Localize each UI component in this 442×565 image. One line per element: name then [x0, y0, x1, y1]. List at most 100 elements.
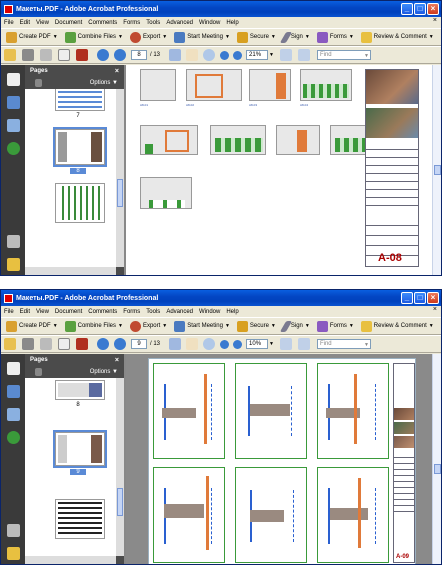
comments-icon[interactable]	[6, 258, 20, 271]
attachments-icon[interactable]	[6, 524, 20, 537]
zoom-level-input[interactable]: 21%	[246, 50, 269, 60]
menu-edit[interactable]: Edit	[20, 309, 30, 315]
close-button[interactable]: ×	[427, 292, 439, 304]
menu-tools[interactable]: Tools	[146, 20, 160, 26]
document-scrollbar[interactable]	[432, 354, 441, 564]
document-close-icon[interactable]: ×	[433, 306, 437, 313]
sign-button[interactable]: Sign ▼	[279, 319, 314, 334]
close-panel-icon[interactable]: ×	[115, 68, 119, 75]
zoom-tool-icon[interactable]	[203, 338, 216, 350]
delete-page-icon[interactable]	[35, 368, 42, 376]
menu-forms[interactable]: Forms	[123, 309, 140, 315]
options-menu[interactable]: Options ▼	[90, 80, 118, 86]
next-page-icon[interactable]	[114, 338, 126, 350]
sign-button[interactable]: Sign ▼	[279, 30, 314, 45]
zoom-in-icon[interactable]	[233, 50, 243, 60]
thumbnails-hscrollbar[interactable]	[25, 267, 116, 275]
menu-document[interactable]: Document	[55, 309, 82, 315]
open-folder-icon[interactable]	[4, 49, 16, 61]
pages-panel-icon[interactable]	[6, 73, 20, 86]
menu-view[interactable]: View	[36, 20, 49, 26]
options-menu[interactable]: Options ▼	[90, 369, 118, 375]
zoom-in-icon[interactable]	[233, 339, 243, 349]
forms-button[interactable]: Forms ▼	[315, 30, 358, 45]
fit-page-icon[interactable]	[279, 49, 292, 61]
menu-document[interactable]: Document	[55, 20, 82, 26]
attachments-icon[interactable]	[6, 235, 20, 248]
document-close-icon[interactable]: ×	[433, 17, 437, 24]
export-button[interactable]: Export ▼	[128, 319, 171, 334]
select-tool-icon[interactable]	[169, 338, 182, 350]
zoom-dropdown-icon[interactable]: ▼	[269, 52, 274, 58]
minimize-button[interactable]: _	[401, 292, 413, 304]
page-thumbnail[interactable]	[55, 183, 105, 223]
hand-tool-icon[interactable]	[186, 49, 199, 61]
bookmarks-icon[interactable]	[6, 385, 20, 398]
menu-advanced[interactable]: Advanced	[166, 20, 193, 26]
zoom-dropdown-icon[interactable]: ▼	[269, 341, 274, 347]
combine-files-button[interactable]: Combine Files ▼	[63, 30, 127, 45]
hand-tool-icon[interactable]	[186, 338, 199, 350]
secure-button[interactable]: Secure ▼	[235, 319, 280, 334]
find-input[interactable]: Find ▼	[316, 50, 371, 60]
open-folder-icon[interactable]	[4, 338, 16, 350]
page-thumbnail-selected[interactable]	[53, 430, 107, 468]
secure-button[interactable]: Secure ▼	[235, 30, 280, 45]
print-icon[interactable]	[22, 338, 34, 350]
page-thumbnail[interactable]	[55, 499, 105, 539]
close-panel-icon[interactable]: ×	[115, 357, 119, 364]
find-input[interactable]: Find ▼	[316, 339, 371, 349]
create-pdf-button[interactable]: Create PDF ▼	[4, 30, 62, 45]
forms-button[interactable]: Forms ▼	[315, 319, 358, 334]
page-thumbnail[interactable]	[55, 380, 105, 400]
combine-files-button[interactable]: Combine Files ▼	[63, 319, 127, 334]
previous-page-icon[interactable]	[97, 338, 109, 350]
menu-help[interactable]: Help	[226, 309, 238, 315]
menu-forms[interactable]: Forms	[123, 20, 140, 26]
menu-view[interactable]: View	[36, 309, 49, 315]
menu-help[interactable]: Help	[226, 20, 238, 26]
signatures-icon[interactable]	[6, 408, 20, 421]
save-icon[interactable]	[40, 338, 52, 350]
thumbnails-scrollbar[interactable]	[116, 89, 124, 267]
camera-icon[interactable]	[76, 338, 88, 350]
menu-window[interactable]: Window	[199, 309, 220, 315]
page-thumbnail[interactable]	[55, 89, 105, 111]
start-meeting-button[interactable]: Start Meeting ▼	[172, 30, 234, 45]
document-scrollbar[interactable]	[432, 65, 441, 275]
menu-advanced[interactable]: Advanced	[166, 309, 193, 315]
zoom-level-input[interactable]: 10%	[246, 339, 269, 349]
delete-page-icon[interactable]	[35, 79, 42, 87]
signatures-icon[interactable]	[6, 119, 20, 132]
previous-page-icon[interactable]	[97, 49, 109, 61]
start-meeting-button[interactable]: Start Meeting ▼	[172, 319, 234, 334]
zoom-out-icon[interactable]	[220, 339, 230, 349]
page-number-input[interactable]: 9	[131, 339, 147, 349]
zoom-out-icon[interactable]	[220, 50, 230, 60]
menu-comments[interactable]: Comments	[88, 20, 117, 26]
select-tool-icon[interactable]	[169, 49, 182, 61]
zoom-tool-icon[interactable]	[203, 49, 216, 61]
camera-icon[interactable]	[76, 49, 88, 61]
review-comment-button[interactable]: Review & Comment ▼	[359, 319, 438, 334]
menu-comments[interactable]: Comments	[88, 309, 117, 315]
page-number-input[interactable]: 8	[131, 50, 147, 60]
fit-width-icon[interactable]	[297, 338, 310, 350]
minimize-button[interactable]: _	[401, 3, 413, 15]
menu-file[interactable]: File	[4, 309, 14, 315]
title-bar[interactable]: Макеты.PDF - Adobe Acrobat Professional …	[1, 290, 441, 306]
email-icon[interactable]	[58, 338, 70, 350]
bookmarks-icon[interactable]	[6, 96, 20, 109]
email-icon[interactable]	[58, 49, 70, 61]
export-button[interactable]: Export ▼	[128, 30, 171, 45]
print-icon[interactable]	[22, 49, 34, 61]
create-pdf-button[interactable]: Create PDF ▼	[4, 319, 62, 334]
pages-panel-icon[interactable]	[6, 362, 20, 375]
help-icon[interactable]	[6, 431, 20, 444]
menu-file[interactable]: File	[4, 20, 14, 26]
close-button[interactable]: ×	[427, 3, 439, 15]
comments-icon[interactable]	[6, 547, 20, 560]
help-icon[interactable]	[6, 142, 20, 155]
next-page-icon[interactable]	[114, 49, 126, 61]
thumbnails-scrollbar[interactable]	[116, 378, 124, 556]
